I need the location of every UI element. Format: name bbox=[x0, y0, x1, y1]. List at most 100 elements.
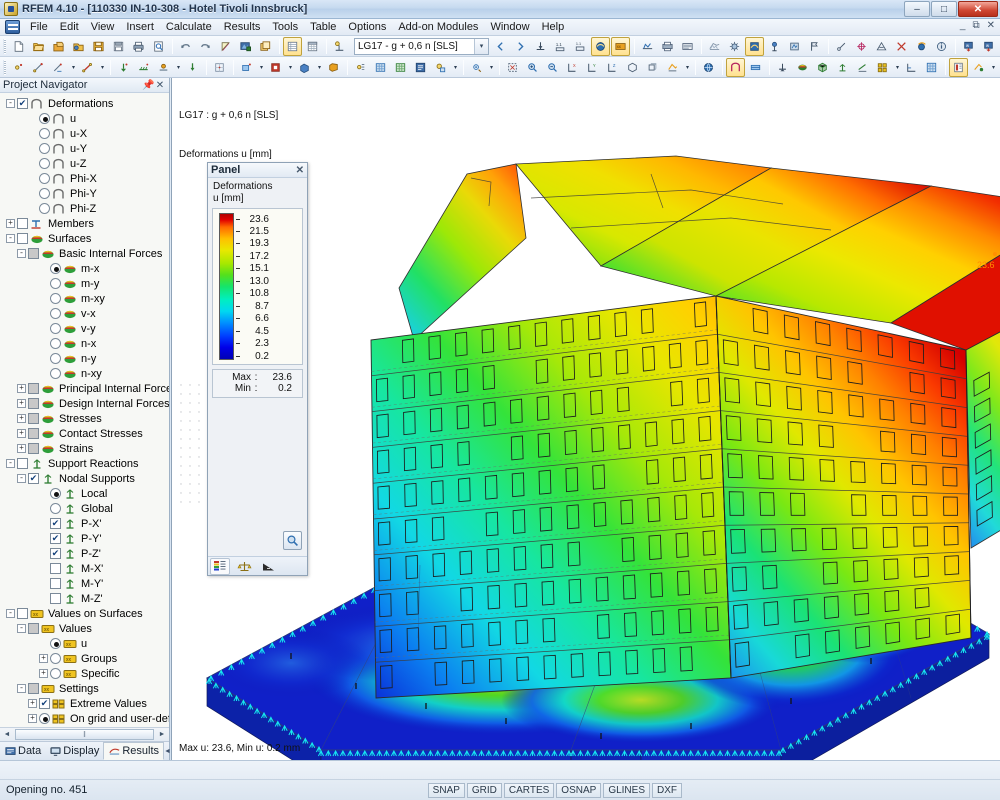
tree-item-nodal-supports[interactable]: -✔Nodal Supports bbox=[2, 471, 169, 486]
scroll-right-icon[interactable]: ► bbox=[155, 731, 169, 738]
collapse-icon[interactable]: - bbox=[17, 684, 26, 693]
checkbox-unchecked[interactable] bbox=[17, 218, 28, 229]
deformation-display-icon[interactable] bbox=[591, 37, 610, 56]
toolbar-grip[interactable] bbox=[3, 39, 6, 54]
expand-icon[interactable]: + bbox=[28, 714, 37, 723]
collapse-icon[interactable]: - bbox=[17, 624, 26, 633]
surface-results-icon[interactable]: xx bbox=[611, 37, 630, 56]
results-panel-toggle-icon[interactable] bbox=[949, 58, 968, 77]
result-color-icon[interactable] bbox=[969, 58, 988, 77]
tree-item-design-internal-forces[interactable]: +Design Internal Forces bbox=[2, 396, 169, 411]
edit-model-icon[interactable] bbox=[216, 37, 235, 56]
show-deformations-icon[interactable] bbox=[726, 58, 745, 77]
tree-item-phi-z[interactable]: Phi-Z bbox=[2, 201, 169, 216]
printout-list-icon[interactable] bbox=[678, 37, 697, 56]
menu-tools[interactable]: Tools bbox=[266, 19, 304, 36]
member-results-icon[interactable] bbox=[638, 37, 657, 56]
zoom-in-icon[interactable] bbox=[523, 58, 542, 77]
menu-help[interactable]: Help bbox=[536, 19, 571, 36]
result-diagram2-icon[interactable]: w bbox=[979, 37, 998, 56]
tree-item-u-y[interactable]: u-Y bbox=[2, 141, 169, 156]
rotate-tool-icon[interactable] bbox=[912, 37, 931, 56]
radio-unselected[interactable] bbox=[50, 653, 61, 664]
radio-selected[interactable] bbox=[39, 113, 50, 124]
radio-unselected[interactable] bbox=[50, 278, 61, 289]
new-surface-icon[interactable] bbox=[237, 58, 256, 77]
spreadsheet-icon[interactable] bbox=[303, 37, 322, 56]
radio-unselected[interactable] bbox=[50, 503, 61, 514]
tab-display[interactable]: Display bbox=[45, 742, 103, 760]
radio-unselected[interactable] bbox=[50, 368, 61, 379]
tree-item-n-y[interactable]: n-y bbox=[2, 351, 169, 366]
checkbox-partial[interactable] bbox=[28, 413, 39, 424]
menu-calculate[interactable]: Calculate bbox=[160, 19, 218, 36]
slope-icon[interactable] bbox=[872, 37, 891, 56]
radio-unselected[interactable] bbox=[50, 353, 61, 364]
surface-result-icon[interactable] bbox=[785, 37, 804, 56]
checkbox-checked[interactable]: ✔ bbox=[28, 473, 39, 484]
new-hinge-icon[interactable] bbox=[154, 58, 173, 77]
checkbox-unchecked[interactable] bbox=[17, 233, 28, 244]
open-project-icon[interactable] bbox=[49, 37, 68, 56]
checkbox-unchecked[interactable] bbox=[50, 593, 61, 604]
close-icon[interactable]: ✕ bbox=[154, 80, 166, 91]
radio-unselected[interactable] bbox=[39, 203, 50, 214]
checkbox-checked[interactable]: ✔ bbox=[50, 533, 61, 544]
render-mode-icon[interactable] bbox=[663, 58, 682, 77]
radio-unselected[interactable] bbox=[50, 308, 61, 319]
new-line-dropdown-icon[interactable]: ▾ bbox=[69, 58, 78, 77]
checkbox-partial[interactable] bbox=[28, 623, 39, 634]
tree-item-m-z[interactable]: M-Z' bbox=[2, 591, 169, 606]
menu-insert[interactable]: Insert bbox=[120, 19, 160, 36]
settings-icon[interactable] bbox=[467, 58, 486, 77]
radio-unselected[interactable] bbox=[39, 188, 50, 199]
expand-icon[interactable]: + bbox=[17, 399, 26, 408]
result-values2-icon[interactable]: 1.1 bbox=[571, 37, 590, 56]
results-navigator-tree[interactable]: -✔Deformationsuu-Xu-Yu-ZPhi-XPhi-YPhi-Z+… bbox=[0, 93, 169, 727]
tab-data[interactable]: Data bbox=[0, 742, 45, 760]
menu-edit[interactable]: Edit bbox=[54, 19, 85, 36]
tree-item-m-y[interactable]: M-Y' bbox=[2, 576, 169, 591]
radio-selected[interactable] bbox=[50, 638, 61, 649]
fe-mesh-icon[interactable] bbox=[705, 37, 724, 56]
render-icon[interactable] bbox=[236, 37, 255, 56]
redo-icon[interactable] bbox=[196, 37, 215, 56]
settings-dropdown-icon[interactable]: ▾ bbox=[487, 58, 496, 77]
prev-load-case-icon[interactable] bbox=[491, 37, 510, 56]
color-scale-legend[interactable]: 23.621.519.317.215.113.010.88.76.64.52.3… bbox=[212, 208, 303, 365]
checkbox-unchecked[interactable] bbox=[17, 608, 28, 619]
show-nodal-supports-icon[interactable] bbox=[833, 58, 852, 77]
print-preview-icon[interactable] bbox=[149, 37, 168, 56]
menu-addon-modules[interactable]: Add-on Modules bbox=[392, 19, 484, 36]
pin-icon[interactable]: 📌 bbox=[142, 80, 154, 91]
results-panel[interactable]: Panel ✕ Deformations u [mm] 23.621.519.3… bbox=[207, 162, 308, 576]
mesh-generate2-icon[interactable] bbox=[391, 58, 410, 77]
save-icon[interactable] bbox=[89, 37, 108, 56]
info-tool-icon[interactable] bbox=[932, 37, 951, 56]
mdi-close-button[interactable]: ✕ bbox=[987, 20, 995, 31]
chevron-down-icon[interactable]: ▾ bbox=[474, 39, 488, 54]
radio-unselected[interactable] bbox=[39, 158, 50, 169]
new-support-icon[interactable] bbox=[114, 58, 133, 77]
globe-icon[interactable] bbox=[699, 58, 718, 77]
panel-tab-factors[interactable] bbox=[234, 558, 254, 575]
print-icon[interactable] bbox=[129, 37, 148, 56]
menu-view[interactable]: View bbox=[85, 19, 121, 36]
result-diagram-icon[interactable]: w bbox=[959, 37, 978, 56]
expand-icon[interactable]: + bbox=[17, 414, 26, 423]
mesh-settings-icon[interactable] bbox=[725, 37, 744, 56]
tree-item-n-xy[interactable]: n-xy bbox=[2, 366, 169, 381]
flag-icon[interactable] bbox=[805, 37, 824, 56]
expand-icon[interactable]: + bbox=[28, 699, 37, 708]
table-view-icon[interactable] bbox=[283, 37, 302, 56]
checkbox-unchecked[interactable] bbox=[17, 458, 28, 469]
tab-prev-icon[interactable]: ◄ bbox=[164, 748, 171, 755]
radio-selected[interactable] bbox=[39, 713, 50, 724]
tree-item-p-z[interactable]: ✔P-Z' bbox=[2, 546, 169, 561]
tree-item-m-x[interactable]: m-x bbox=[2, 261, 169, 276]
new-opening-icon[interactable] bbox=[266, 58, 285, 77]
calculate-icon[interactable] bbox=[411, 58, 430, 77]
expand-icon[interactable]: + bbox=[39, 654, 48, 663]
tree-item-u-x[interactable]: u-X bbox=[2, 126, 169, 141]
status-flag-dxf[interactable]: DXF bbox=[652, 783, 682, 798]
